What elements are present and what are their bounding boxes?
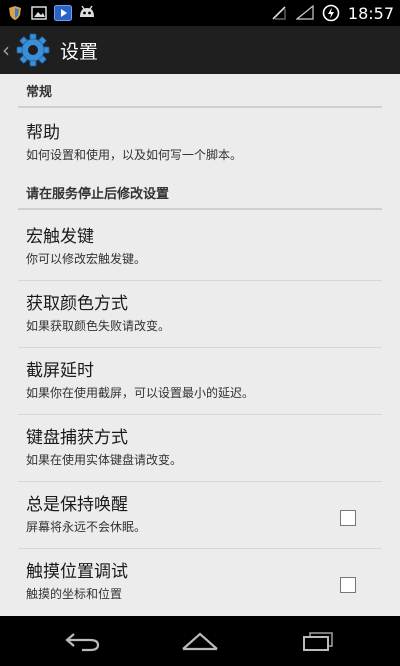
recents-icon[interactable] bbox=[296, 626, 340, 656]
up-navigation[interactable]: ‹ bbox=[2, 31, 52, 69]
battery-charging-icon bbox=[322, 4, 340, 22]
pref-summary: 屏幕将永远不会休眠。 bbox=[26, 520, 147, 534]
settings-list: 常规 帮助 如何设置和使用，以及如何写一个脚本。 请在服务停止后修改设置 宏触发… bbox=[0, 74, 400, 616]
nav-bar bbox=[0, 616, 400, 666]
play-icon bbox=[54, 5, 72, 21]
pref-title: 总是保持唤醒 bbox=[26, 495, 128, 515]
pref-screenshot-delay[interactable]: 截屏延时 如果你在使用截屏，可以设置最小的延迟。 bbox=[18, 348, 382, 415]
android-icon bbox=[78, 5, 96, 21]
home-icon[interactable] bbox=[178, 626, 222, 656]
pref-title: 触摸位置调试 bbox=[26, 562, 128, 582]
gear-icon bbox=[14, 31, 52, 69]
pref-summary: 触摸的坐标和位置 bbox=[26, 587, 123, 601]
pref-keyboard-capture[interactable]: 键盘捕获方式 如果在使用实体键盘请改变。 bbox=[18, 415, 382, 482]
section-header-general: 常规 bbox=[18, 80, 382, 108]
pref-color-mode[interactable]: 获取颜色方式 如果获取颜色失败请改变。 bbox=[18, 281, 382, 348]
pref-summary: 如何设置和使用，以及如何写一个脚本。 bbox=[26, 148, 243, 162]
pref-title: 截屏延时 bbox=[26, 361, 94, 381]
pref-summary: 如果你在使用截屏，可以设置最小的延迟。 bbox=[26, 386, 255, 400]
pref-title: 宏触发键 bbox=[26, 227, 94, 247]
keep-awake-checkbox[interactable] bbox=[340, 509, 356, 526]
chevron-left-icon: ‹ bbox=[2, 38, 10, 62]
page-title: 设置 bbox=[60, 40, 99, 63]
no-signal-icon bbox=[270, 5, 288, 21]
image-icon bbox=[30, 5, 48, 21]
section-header-label: 常规 bbox=[26, 85, 53, 100]
touch-debug-checkbox[interactable] bbox=[340, 576, 356, 593]
pref-help[interactable]: 帮助 如何设置和使用，以及如何写一个脚本。 bbox=[18, 112, 382, 174]
status-bar: 18:57 bbox=[0, 0, 400, 26]
shield-icon bbox=[6, 5, 24, 21]
pref-summary: 如果在使用实体键盘请改变。 bbox=[26, 453, 183, 467]
pref-keep-awake[interactable]: 总是保持唤醒 屏幕将永远不会休眠。 bbox=[18, 482, 382, 549]
pref-summary: 你可以修改宏触发键。 bbox=[26, 252, 147, 266]
pref-touch-debug[interactable]: 触摸位置调试 触摸的坐标和位置 bbox=[18, 549, 382, 616]
back-icon[interactable] bbox=[61, 626, 105, 656]
section-header-label: 请在服务停止后修改设置 bbox=[26, 187, 170, 202]
section-header-stop-service: 请在服务停止后修改设置 bbox=[18, 182, 382, 210]
pref-summary: 如果获取颜色失败请改变。 bbox=[26, 319, 171, 333]
status-time: 18:57 bbox=[347, 3, 394, 23]
pref-title: 键盘捕获方式 bbox=[26, 428, 128, 448]
pref-title: 获取颜色方式 bbox=[26, 294, 128, 314]
pref-title: 帮助 bbox=[26, 123, 60, 143]
wifi-icon bbox=[295, 5, 314, 21]
pref-macro-trigger-key[interactable]: 宏触发键 你可以修改宏触发键。 bbox=[18, 214, 382, 281]
action-bar: ‹ 设置 bbox=[0, 26, 400, 74]
